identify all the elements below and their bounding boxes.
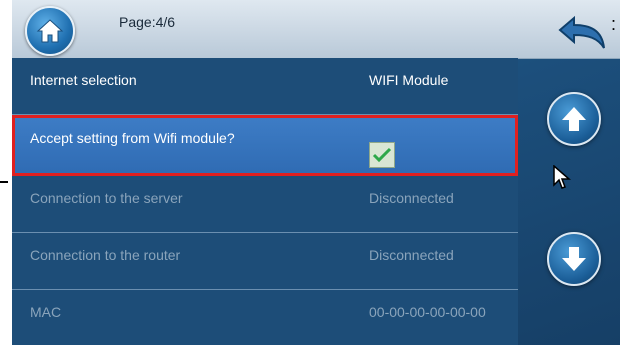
checkmark-icon (372, 147, 392, 163)
row-value: 00-00-00-00-00-00 (369, 304, 486, 320)
row-label: Connection to the server (30, 190, 183, 206)
row-label: Connection to the router (30, 247, 181, 263)
row-label: MAC (30, 304, 62, 320)
page-indicator: Page:4/6 (119, 14, 176, 30)
top-bar: Page:4/6 (12, 0, 620, 59)
home-button[interactable] (25, 6, 75, 56)
scroll-up-button[interactable] (547, 92, 601, 146)
back-arrow-icon (558, 15, 605, 49)
row-mac: MAC 00-00-00-00-00-00 (12, 290, 518, 345)
arrow-up-icon (562, 107, 586, 131)
row-router-connection: Connection to the router Disconnected (12, 233, 518, 290)
arrow-down-icon (562, 247, 586, 271)
scroll-down-button[interactable] (547, 232, 601, 286)
hmi-screen: Page:4/6 Internet selection WIFI Module … (12, 0, 620, 345)
row-value: Disconnected (369, 190, 454, 206)
mouse-cursor-icon (553, 165, 571, 189)
row-value: Disconnected (369, 247, 454, 263)
row-value: WIFI Module (369, 72, 449, 88)
row-server-connection: Connection to the server Disconnected (12, 176, 518, 233)
settings-list: Internet selection WIFI Module Accept se… (12, 58, 518, 345)
edge-mark (0, 181, 8, 183)
row-internet-selection[interactable]: Internet selection WIFI Module (12, 58, 518, 115)
back-button[interactable] (552, 10, 612, 54)
row-label: Accept setting from Wifi module? (30, 130, 235, 146)
row-label: Internet selection (30, 72, 137, 88)
home-icon (36, 19, 64, 43)
accept-wifi-checkbox[interactable] (369, 142, 395, 168)
row-accept-wifi-setting[interactable]: Accept setting from Wifi module? (12, 115, 518, 176)
edge-glyph: : (611, 14, 617, 34)
